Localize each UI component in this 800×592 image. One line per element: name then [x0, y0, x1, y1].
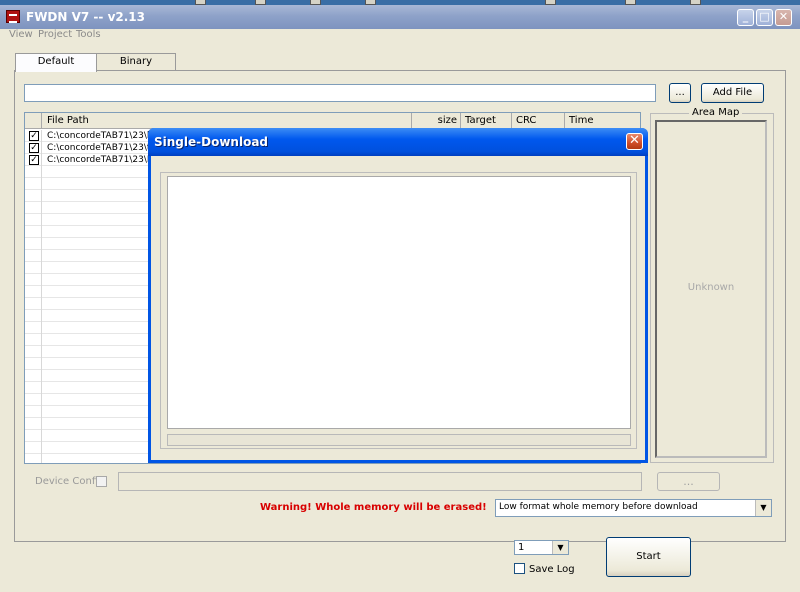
dialog-close-button[interactable]: ✕: [626, 133, 643, 150]
file-path-cell: C:\concordeTAB71\23\tcc: [47, 143, 161, 153]
dialog-title: Single-Download: [154, 135, 268, 149]
file-path-input[interactable]: [24, 84, 656, 102]
row-gutter: [25, 274, 42, 286]
row-gutter: [25, 178, 42, 190]
format-mode-select[interactable]: Low format whole memory before download …: [495, 499, 772, 517]
menu-project[interactable]: Project: [38, 29, 72, 40]
download-progress-bar: [167, 434, 631, 446]
dialog-title-bar[interactable]: Single-Download ✕: [148, 128, 648, 156]
row-gutter: [25, 418, 42, 430]
row-gutter: [25, 250, 42, 262]
row-gutter: [25, 166, 42, 178]
row-gutter: [25, 334, 42, 346]
save-log-label: Save Log: [529, 564, 575, 575]
row-gutter: [25, 226, 42, 238]
erase-warning: Warning! Whole memory will be erased!: [260, 502, 487, 513]
device-config-browse-button[interactable]: ...: [657, 472, 720, 491]
download-log[interactable]: [167, 176, 631, 429]
row-gutter: [25, 238, 42, 250]
row-checkbox[interactable]: ✓: [29, 155, 39, 165]
dialog-body: [151, 156, 645, 460]
save-log-checkbox[interactable]: [514, 563, 525, 574]
row-gutter: [25, 394, 42, 406]
row-checkbox[interactable]: ✓: [29, 131, 39, 141]
minimize-button[interactable]: _: [737, 9, 754, 26]
row-gutter: [25, 430, 42, 442]
row-gutter: [25, 298, 42, 310]
column-header-file-path[interactable]: File Path: [42, 113, 412, 129]
chevron-down-icon[interactable]: ▼: [552, 541, 568, 554]
row-gutter: [25, 358, 42, 370]
row-gutter: [25, 190, 42, 202]
menu-bar: View Project Tools: [0, 29, 800, 43]
close-icon: ✕: [629, 133, 640, 148]
list-header: File Path size Target CRC Time: [25, 113, 640, 129]
menu-tools[interactable]: Tools: [76, 29, 101, 40]
row-checkbox[interactable]: ✓: [29, 143, 39, 153]
row-gutter: [25, 262, 42, 274]
row-gutter: [25, 346, 42, 358]
chevron-down-icon[interactable]: ▼: [755, 500, 771, 516]
start-button[interactable]: Start: [606, 537, 691, 577]
close-button[interactable]: ✕: [775, 9, 792, 26]
device-config-field[interactable]: [118, 472, 642, 491]
column-header-target[interactable]: Target: [461, 113, 512, 129]
browse-button[interactable]: ...: [669, 83, 691, 103]
maximize-button[interactable]: □: [756, 9, 773, 26]
area-map-label: Area Map: [689, 107, 743, 118]
device-config-checkbox[interactable]: [96, 476, 107, 487]
row-gutter: [25, 286, 42, 298]
count-select[interactable]: 1 ▼: [514, 540, 569, 555]
format-mode-value: Low format whole memory before download: [499, 502, 698, 512]
row-gutter: [25, 202, 42, 214]
area-map-value: Unknown: [687, 282, 735, 293]
row-gutter: [25, 406, 42, 418]
row-gutter: [25, 370, 42, 382]
window-title: FWDN V7 -- v2.13: [26, 10, 145, 24]
app-icon: [6, 10, 20, 23]
file-path-cell: C:\concordeTAB71\23\lk.r: [47, 131, 162, 141]
menu-view[interactable]: View: [9, 29, 33, 40]
row-gutter: [25, 442, 42, 454]
row-gutter: [25, 322, 42, 334]
column-header-crc[interactable]: CRC: [512, 113, 565, 129]
row-gutter: [25, 310, 42, 322]
row-gutter: [25, 214, 42, 226]
column-header-check: [25, 113, 42, 129]
file-path-cell: C:\concordeTAB71\23\NA: [47, 155, 160, 165]
tab-default[interactable]: Default: [15, 53, 97, 72]
row-gutter: [25, 382, 42, 394]
single-download-dialog: Single-Download ✕: [148, 128, 648, 463]
device-config-label: Device Config: [35, 476, 105, 487]
add-file-button[interactable]: Add File: [701, 83, 764, 103]
count-value: 1: [518, 542, 525, 553]
row-gutter: [25, 454, 42, 463]
title-bar: FWDN V7 -- v2.13 _ □ ✕: [0, 5, 800, 29]
tab-binary[interactable]: Binary: [96, 53, 176, 70]
column-header-time[interactable]: Time: [565, 113, 640, 129]
column-header-size[interactable]: size: [412, 113, 461, 129]
